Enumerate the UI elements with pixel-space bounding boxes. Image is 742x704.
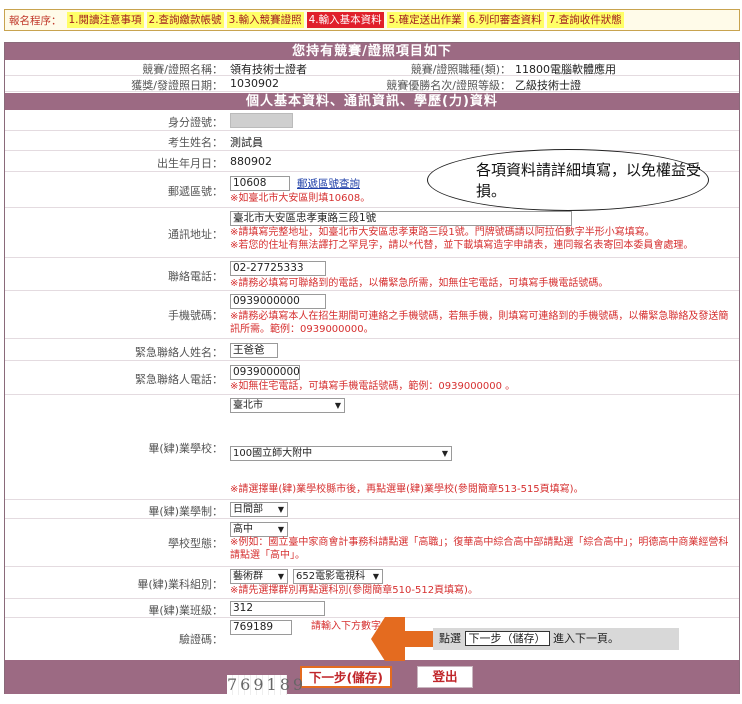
mobile-row: 手機號碼： 0939000000 ※請務必填寫本人在招生期間可連絡之手機號碼，若… — [5, 291, 739, 339]
birth-value: 880902 — [230, 155, 272, 168]
id-number-masked — [230, 113, 293, 128]
next-save-button[interactable]: 下一步(儲存) — [300, 666, 392, 688]
name-row: 考生姓名： 測試員 — [5, 131, 739, 151]
school-type-select[interactable]: 高中 ▼ — [230, 522, 288, 537]
class-row: 畢(肄)業班級： 312 — [5, 599, 739, 618]
captcha-image: 769189 — [227, 675, 307, 695]
license-name-value: 領有技術士證者 — [230, 63, 307, 76]
captcha-label: 驗證碼： — [179, 633, 223, 646]
emergency-phone-row: 緊急聯絡人電話： 0939000000 ※如無住宅電話，可填寫手機電話號碼，範例… — [5, 361, 739, 395]
school-note: ※請選擇畢(肄)業學校縣市後，再點選畢(肄)業學校(參閱簡章513-515頁填寫… — [230, 484, 584, 495]
dept-group-value: 藝術群 — [233, 571, 263, 582]
registration-form: 您持有競賽/證照項目如下 競賽/證照名稱： 領有技術士證者 競賽/證照職種(類)… — [4, 42, 740, 694]
progress-step-6[interactable]: 6.列印審查資料 — [466, 12, 544, 28]
dept-group-select[interactable]: 藝術群 ▼ — [230, 569, 288, 584]
chevron-down-icon: ▼ — [277, 525, 284, 534]
school-name-value: 100國立師大附中 — [233, 448, 313, 459]
address-note-1: ※請填寫完整地址，如臺北市大安區忠孝東路三段1號。門牌號碼請以阿拉伯數字半形小寫… — [230, 227, 655, 238]
chevron-down-icon: ▼ — [441, 449, 448, 458]
system-label: 畢(肄)業學制： — [148, 505, 223, 518]
logout-button[interactable]: 登出 — [417, 666, 473, 688]
address-label: 通訊地址： — [168, 228, 223, 241]
hint-boxed-text: 下一步（儲存） — [464, 631, 550, 646]
personal-section-title: 個人基本資料、通訊資訊、學歷(力)資料 — [5, 93, 739, 110]
phone-note: ※請務必填寫可聯絡到的電話，以備緊急所需，如無住宅電話，可填寫手機電話號碼。 — [230, 278, 609, 289]
zip-lookup-link[interactable]: 郵遞區號查詢 — [297, 176, 360, 191]
license-section-title: 您持有競賽/證照項目如下 — [5, 43, 739, 60]
dept-row: 畢(肄)業科組別： 藝術群 ▼ 652電影電視科 ▼ ※請先選擇群別再點選科別(… — [5, 567, 739, 599]
license-name-label: 競賽/證照名稱： — [142, 63, 223, 76]
id-label: 身分證號： — [168, 116, 223, 129]
license-row-2: 獲獎/發證照日期： 1030902 競賽優勝名次/證照等級： 乙級技術士證 — [5, 76, 739, 92]
address-note-2: ※若您的住址有無法譯打之罕見字，請以*代替，並下載填寫造字申請表，連同報名表寄回… — [230, 240, 694, 251]
dept-note: ※請先選擇群別再點選科別(參閱簡章510-512頁填寫)。 — [230, 585, 478, 596]
system-row: 畢(肄)業學制： 日間部 ▼ — [5, 500, 739, 519]
birth-label: 出生年月日： — [157, 157, 223, 170]
phone-row: 聯絡電話： 02-27725333 ※請務必填寫可聯絡到的電話，以備緊急所需，如… — [5, 258, 739, 291]
license-date-label: 獲獎/發證照日期： — [131, 79, 223, 92]
license-rank-value: 乙級技術士證 — [515, 79, 581, 92]
next-page-hint: 點選 下一步（儲存） 進入下一頁。 — [433, 628, 679, 650]
school-row: 畢(肄)業學校： 臺北市 ▼ 100國立師大附中 ▼ ※請選擇畢(肄)業學校縣市… — [5, 395, 739, 500]
zip-label: 郵遞區號： — [168, 185, 223, 198]
mobile-label: 手機號碼： — [168, 309, 223, 322]
dept-value: 652電影電視科 — [296, 571, 366, 582]
name-label: 考生姓名： — [168, 136, 223, 149]
chevron-down-icon: ▼ — [277, 505, 284, 514]
progress-step-4-active[interactable]: 4.輸入基本資料 — [306, 12, 384, 28]
progress-step-2[interactable]: 2.查詢繳款帳號 — [146, 12, 224, 28]
emergency-name-row: 緊急聯絡人姓名： 王爸爸 — [5, 339, 739, 361]
progress-bar: 報名程序： 1.閱讀注意事項 2.查詢繳款帳號 3.輸入競賽證照 4.輸入基本資… — [4, 9, 740, 31]
address-row: 通訊地址： 臺北市大安區忠孝東路三段1號 ※請填寫完整地址，如臺北市大安區忠孝東… — [5, 208, 739, 258]
school-name-select[interactable]: 100國立師大附中 ▼ — [230, 446, 452, 461]
license-date-value: 1030902 — [230, 77, 279, 90]
school-type-label: 學校型態： — [168, 537, 223, 550]
dept-label: 畢(肄)業科組別： — [137, 578, 223, 591]
school-city-select[interactable]: 臺北市 ▼ — [230, 398, 345, 413]
dept-select[interactable]: 652電影電視科 ▼ — [293, 569, 383, 584]
school-type-value: 高中 — [233, 524, 253, 535]
name-value: 測試員 — [230, 136, 263, 149]
emergency-name-label: 緊急聯絡人姓名： — [135, 346, 223, 359]
class-input[interactable]: 312 — [230, 601, 325, 616]
system-value: 日間部 — [233, 504, 263, 515]
emergency-phone-label: 緊急聯絡人電話： — [135, 373, 223, 386]
mobile-note: ※請務必填寫本人在招生期間可連絡之手機號碼，若無手機，則填寫可連絡到的手機號碼，… — [230, 311, 729, 335]
license-category-value: 11800電腦軟體應用 — [515, 63, 616, 76]
progress-step-3[interactable]: 3.輸入競賽證照 — [226, 12, 304, 28]
address-input[interactable]: 臺北市大安區忠孝東路三段1號 — [230, 211, 572, 226]
phone-label: 聯絡電話： — [168, 270, 223, 283]
chevron-down-icon: ▼ — [334, 401, 341, 410]
progress-step-1[interactable]: 1.閱讀注意事項 — [66, 12, 144, 28]
mobile-input[interactable]: 0939000000 — [230, 294, 326, 309]
id-row: 身分證號： — [5, 110, 739, 131]
hint-suffix: 進入下一頁。 — [553, 632, 619, 645]
chevron-down-icon: ▼ — [372, 572, 379, 581]
captcha-input[interactable]: 769189 — [230, 620, 292, 635]
chevron-down-icon: ▼ — [277, 572, 284, 581]
school-type-note: ※例如：國立臺中家商會計事務科請點選「高職」；復華高中綜合高中部請點選「綜合高中… — [230, 537, 729, 561]
callout-bubble: 各項資料請詳細填寫，以免權益受損。 — [427, 149, 709, 211]
zip-note: ※如臺北市大安區則填10608。 — [230, 193, 371, 204]
license-rank-label: 競賽優勝名次/證照等級： — [386, 79, 511, 92]
school-label: 畢(肄)業學校： — [148, 442, 223, 455]
license-category-label: 競賽/證照職種(類)： — [410, 63, 511, 76]
license-row-1: 競賽/證照名稱： 領有技術士證者 競賽/證照職種(類)： 11800電腦軟體應用 — [5, 60, 739, 76]
emergency-phone-note: ※如無住宅電話，可填寫手機電話號碼，範例：0939000000 。 — [230, 381, 516, 392]
emergency-phone-input[interactable]: 0939000000 — [230, 365, 300, 380]
phone-input[interactable]: 02-27725333 — [230, 261, 326, 276]
class-label: 畢(肄)業班級： — [148, 604, 223, 617]
form-footer: 下一步(儲存) 登出 — [5, 660, 739, 694]
zip-input[interactable]: 10608 — [230, 176, 290, 191]
hint-prefix: 點選 — [439, 632, 461, 645]
school-city-value: 臺北市 — [233, 400, 263, 411]
progress-step-5[interactable]: 5.確定送出作業 — [386, 12, 464, 28]
system-select[interactable]: 日間部 ▼ — [230, 502, 288, 517]
pointer-arrow-icon — [371, 617, 433, 661]
emergency-name-input[interactable]: 王爸爸 — [230, 343, 278, 358]
progress-label: 報名程序： — [9, 14, 62, 27]
school-type-row: 學校型態： 高中 ▼ ※例如：國立臺中家商會計事務科請點選「高職」；復華高中綜合… — [5, 519, 739, 567]
progress-step-7[interactable]: 7.查詢收件狀態 — [546, 12, 624, 28]
